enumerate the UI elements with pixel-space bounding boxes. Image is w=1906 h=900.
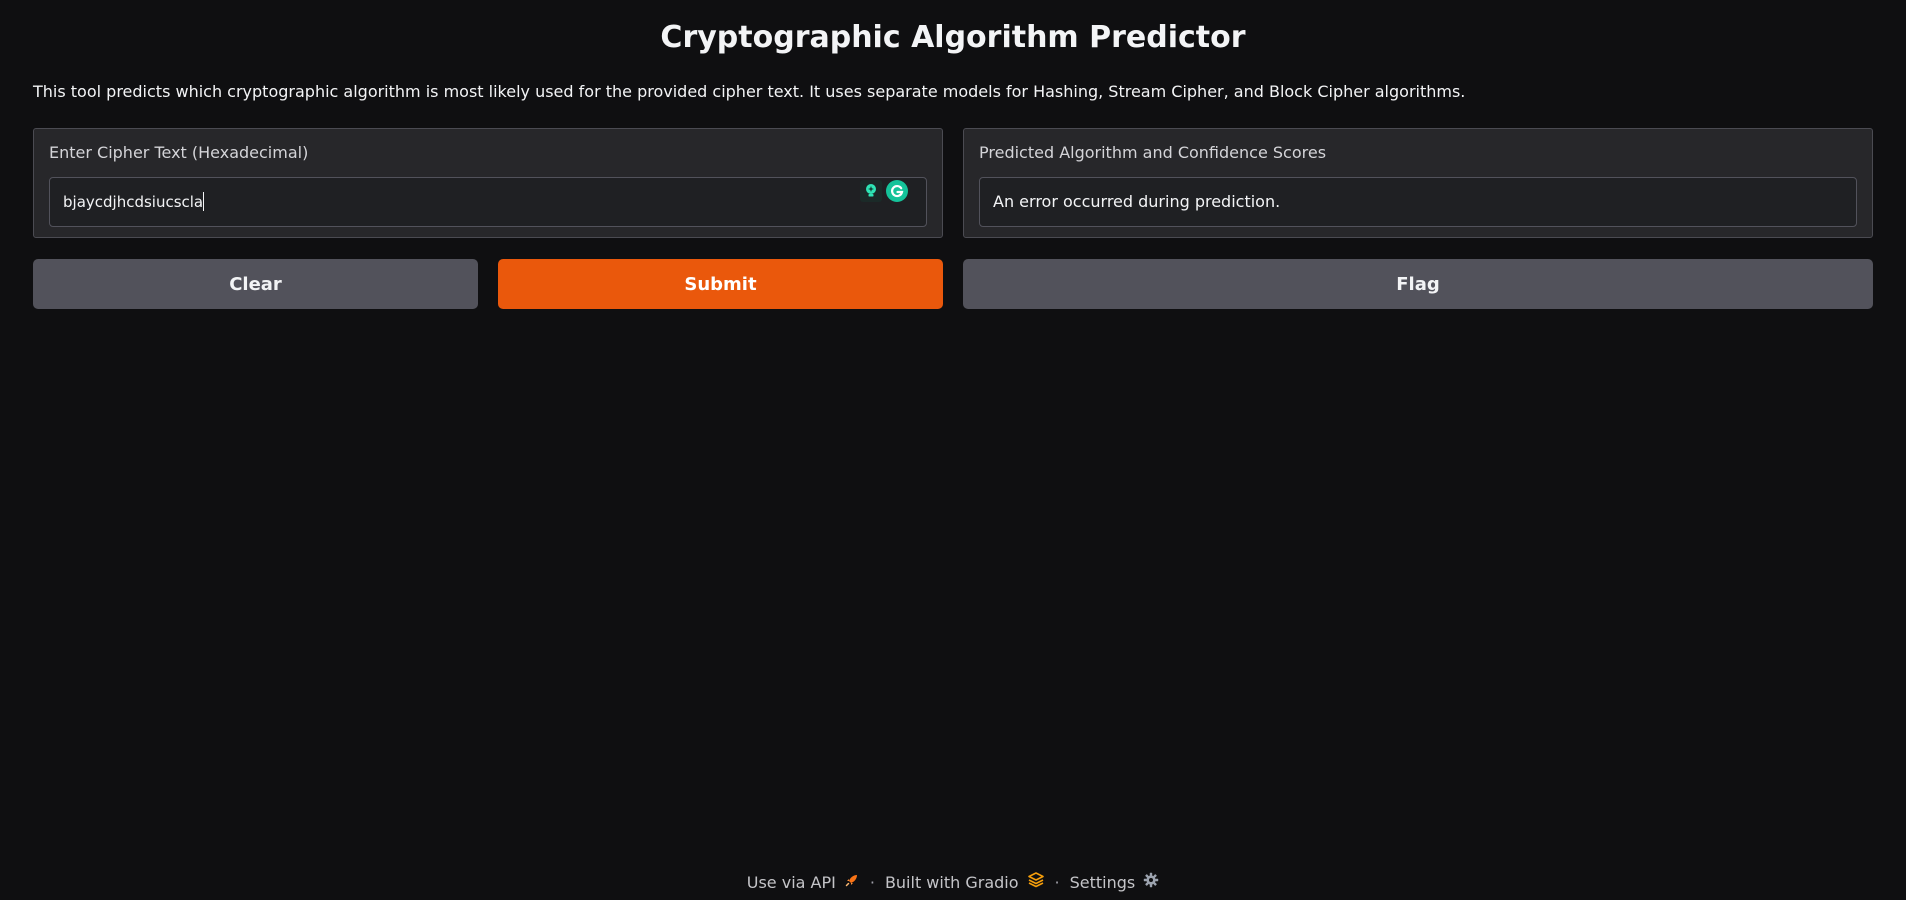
prediction-output-label: Predicted Algorithm and Confidence Score… — [979, 143, 1327, 162]
lightbulb-icon[interactable] — [860, 180, 882, 202]
submit-button[interactable]: Submit — [498, 259, 943, 309]
footer-separator: · — [1054, 872, 1060, 892]
prediction-output-value[interactable]: An error occurred during prediction. — [980, 178, 1856, 226]
extension-icons — [860, 180, 908, 202]
built-with-gradio-label: Built with Gradio — [884, 872, 1019, 892]
settings-link[interactable]: Settings — [1070, 872, 1160, 892]
page-title: Cryptographic Algorithm Predictor — [660, 20, 1246, 55]
gradio-app: Cryptographic Algorithm Predictor This t… — [0, 0, 1906, 900]
flag-button[interactable]: Flag — [963, 259, 1873, 309]
footer-separator: · — [869, 872, 875, 892]
page-description: This tool predicts which cryptographic a… — [33, 82, 1466, 101]
clear-button[interactable]: Clear — [33, 259, 478, 309]
built-with-gradio-link[interactable]: Built with Gradio — [885, 872, 1045, 892]
footer: Use via API · Built with Gradio · Settin… — [0, 872, 1906, 892]
prediction-output-box[interactable]: An error occurred during prediction. — [979, 177, 1857, 227]
rocket-icon — [844, 872, 860, 892]
cipher-input-panel: Enter Cipher Text (Hexadecimal) bjaycdjh… — [33, 128, 943, 238]
gradio-logo-icon — [1027, 872, 1045, 892]
cipher-text-value: bjaycdjhcdsiucscla — [63, 193, 204, 211]
use-via-api-link[interactable]: Use via API — [747, 872, 860, 892]
settings-label: Settings — [1069, 872, 1136, 892]
grammarly-icon[interactable] — [886, 180, 908, 202]
prediction-output-panel: Predicted Algorithm and Confidence Score… — [963, 128, 1873, 238]
use-via-api-label: Use via API — [746, 872, 836, 892]
cipher-input-label: Enter Cipher Text (Hexadecimal) — [49, 143, 309, 162]
cipher-text-input[interactable]: bjaycdjhcdsiucscla — [50, 178, 926, 226]
text-caret — [203, 192, 205, 211]
cipher-input-box[interactable]: bjaycdjhcdsiucscla — [49, 177, 927, 227]
gear-icon — [1143, 872, 1159, 892]
